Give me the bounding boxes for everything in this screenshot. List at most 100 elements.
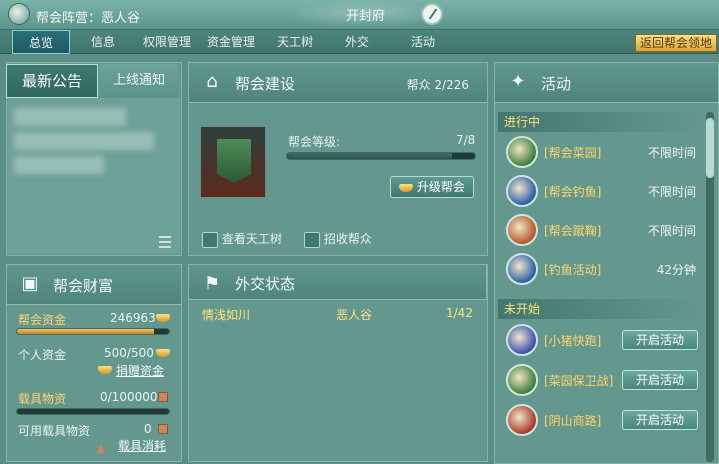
activity-time: 不限时间: [647, 224, 696, 238]
diplomacy-row[interactable]: 情浅如川 恶人谷 1/42: [188, 304, 487, 324]
guild-level-bar: [286, 152, 476, 160]
guild-funds-value: 246963: [110, 311, 156, 325]
vehicle-cost-link[interactable]: 载具消耗: [118, 437, 166, 454]
activity-time: 42分钟: [656, 263, 696, 277]
guild-banner-icon: [217, 139, 251, 183]
usable-vehicle-value: 0: [144, 422, 152, 436]
vehicle-supplies-bar: [16, 408, 170, 415]
diplomacy-count: 1/42: [446, 306, 473, 320]
activity-name: [菜园保卫战]: [544, 374, 614, 388]
wealth-header: ▣ 帮会财富: [7, 265, 181, 305]
guild-funds-bar-fill: [17, 329, 154, 334]
member-count: 帮众 2/226: [406, 78, 469, 92]
crate-icon: [158, 392, 168, 402]
building-icon: ⌂: [206, 71, 218, 92]
diplomacy-camp: 恶人谷: [336, 308, 373, 322]
activities-scrollbar[interactable]: [706, 112, 714, 462]
tab-online-notice[interactable]: 上线通知: [100, 64, 178, 98]
activity-icon: [506, 214, 538, 246]
guild-level-label: 帮会等级:: [288, 135, 341, 149]
wealth-title: 帮会财富: [53, 277, 114, 295]
crate-icon: [158, 424, 168, 434]
map-brush-icon[interactable]: [421, 3, 443, 25]
activities-title: 活动: [541, 75, 572, 93]
view-tech-tree-button[interactable]: 查看天工树: [202, 230, 282, 250]
flag-icon: [304, 231, 320, 248]
guild-build-header: ⌂ 帮会建设 帮众 2/226: [189, 63, 487, 103]
activity-row[interactable]: [帮会菜园] 不限时间: [498, 134, 700, 172]
activity-name: [阴山商路]: [544, 414, 602, 428]
activity-name: [小猪快跑]: [544, 334, 602, 348]
tab-tech-tree[interactable]: 天工树: [268, 30, 322, 54]
usable-vehicle-label: 可用载具物资: [18, 424, 91, 438]
blurred-text: [14, 108, 126, 126]
personal-funds-value: 500/500: [104, 346, 154, 360]
activity-icon: [506, 175, 538, 207]
city-title: 开封府: [346, 9, 386, 24]
treasure-icon: ▣: [21, 273, 39, 294]
donate-funds-link[interactable]: 捐赠资金: [116, 362, 164, 379]
vehicle-supplies-label: 载具物资: [18, 392, 67, 406]
upgrade-guild-button[interactable]: 升级帮会: [390, 176, 474, 198]
activity-name: [帮会钓鱼]: [544, 185, 602, 199]
crossed-flags-icon: ⚑: [203, 273, 221, 294]
diplomacy-header: ⚑ 外交状态: [188, 264, 487, 300]
vehicle-supplies-value: 0/100000: [100, 390, 158, 404]
start-activity-button[interactable]: 开启活动: [622, 410, 698, 430]
guild-funds-label: 帮会资金: [18, 313, 67, 327]
guild-level-bar-fill: [287, 153, 452, 159]
list-icon[interactable]: [159, 236, 171, 248]
start-activity-button[interactable]: 开启活动: [622, 370, 698, 390]
tab-overview[interactable]: 总览: [12, 30, 70, 54]
guild-funds-bar: [16, 328, 170, 335]
blurred-text: [14, 156, 104, 174]
faction-icon: [8, 3, 30, 25]
blurred-text: [14, 132, 154, 150]
activity-icon: [506, 253, 538, 285]
ongoing-section-label: 进行中: [498, 112, 700, 132]
tab-permissions[interactable]: 权限管理: [136, 30, 198, 54]
guild-build-title: 帮会建设: [235, 75, 296, 93]
activities-header: ✦ 活动: [495, 63, 718, 103]
scroll-thumb[interactable]: [706, 118, 714, 178]
vehicle-cost-icon: ▲: [96, 441, 106, 455]
activity-name: [钓鱼活动]: [544, 263, 602, 277]
faction-label: 帮会阵营：恶人谷: [36, 11, 141, 26]
activity-row[interactable]: [帮会钓鱼] 不限时间: [498, 173, 700, 211]
announcement-body: [6, 98, 180, 254]
activity-icon: [506, 364, 538, 396]
recruit-members-button[interactable]: 招收帮众: [304, 230, 372, 250]
guild-emblem: [200, 126, 266, 198]
lantern-icon: ✦: [510, 71, 526, 92]
activity-row[interactable]: [帮会蹴鞠] 不限时间: [498, 212, 700, 250]
activity-time: 不限时间: [647, 146, 696, 160]
activity-row: [菜园保卫战] 开启活动: [498, 362, 700, 400]
return-territory-button[interactable]: 返回帮会领地: [634, 34, 717, 52]
tab-diplomacy[interactable]: 外交: [330, 30, 384, 54]
activity-time: 不限时间: [647, 185, 696, 199]
pending-section-label: 未开始: [498, 299, 700, 319]
leaf-icon: [202, 231, 218, 248]
top-bar: 帮会阵营：恶人谷 开封府: [0, 0, 719, 30]
tab-bar: 总览 信息 权限管理 资金管理 天工树 外交 活动 返回帮会领地: [0, 30, 719, 54]
activity-icon: [506, 136, 538, 168]
activity-name: [帮会蹴鞠]: [544, 224, 602, 238]
personal-funds-label: 个人资金: [18, 348, 67, 362]
tab-info[interactable]: 信息: [78, 30, 128, 54]
activity-icon: [506, 404, 538, 436]
tab-latest-announcement[interactable]: 最新公告: [6, 64, 98, 98]
start-activity-button[interactable]: 开启活动: [622, 330, 698, 350]
activity-row: [小猪快跑] 开启活动: [498, 322, 700, 360]
recruit-members-label: 招收帮众: [323, 232, 372, 246]
tab-activities[interactable]: 活动: [396, 30, 450, 54]
activity-name: [帮会菜园]: [544, 146, 602, 160]
guild-level-value: 7/8: [456, 133, 476, 147]
view-tech-tree-label: 查看天工树: [221, 232, 282, 246]
ingot-icon: [399, 183, 414, 192]
activity-icon: [506, 324, 538, 356]
diplomacy-title: 外交状态: [235, 275, 296, 293]
diplomacy-guild-name: 情浅如川: [202, 308, 251, 322]
activity-row[interactable]: [钓鱼活动] 42分钟: [498, 251, 700, 289]
tab-funds[interactable]: 资金管理: [200, 30, 262, 54]
activity-row: [阴山商路] 开启活动: [498, 402, 700, 440]
